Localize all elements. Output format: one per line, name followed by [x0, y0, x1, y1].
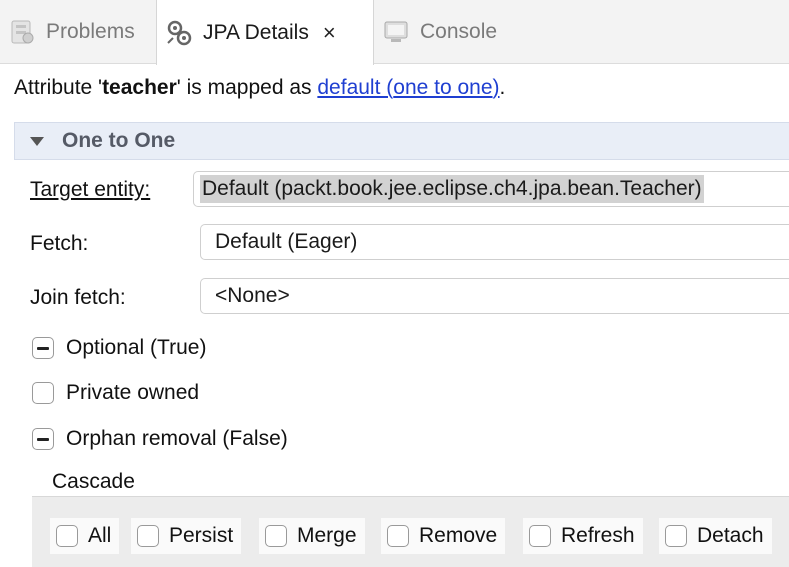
attribute-prefix: Attribute '	[14, 76, 103, 99]
join-fetch-label: Join fetch:	[30, 286, 126, 309]
cascade-option-label: Merge	[297, 524, 357, 547]
one-to-one-section-header[interactable]: One to One	[14, 122, 789, 160]
fetch-combo[interactable]: Default (Eager)	[200, 224, 789, 260]
private-owned-checkbox[interactable]	[32, 382, 54, 404]
section-title: One to One	[62, 129, 176, 152]
optional-checkbox[interactable]	[32, 337, 54, 359]
cascade-option-label: Refresh	[561, 524, 635, 547]
problems-icon	[8, 18, 36, 46]
cascade-detach-checkbox[interactable]	[665, 525, 687, 547]
attribute-mapping-description: Attribute 'teacher' is mapped as default…	[14, 76, 505, 100]
private-owned-label: Private owned	[66, 381, 200, 404]
cascade-option-label: Detach	[697, 524, 764, 547]
tab-label: Console	[420, 20, 498, 43]
cascade-refresh-option[interactable]: Refresh	[523, 518, 643, 554]
cascade-all-option[interactable]: All	[50, 518, 120, 554]
tab-jpa-details[interactable]: JPA Details ×	[156, 0, 374, 65]
cascade-remove-checkbox[interactable]	[387, 525, 409, 547]
cascade-option-label: Persist	[169, 524, 234, 547]
target-entity-value: Default (packt.book.jee.eclipse.ch4.jpa.…	[200, 175, 704, 203]
cascade-remove-option[interactable]: Remove	[381, 518, 506, 554]
optional-label: Optional (True)	[66, 336, 207, 359]
cascade-detach-option[interactable]: Detach	[659, 518, 772, 554]
tab-problems[interactable]: Problems	[8, 0, 135, 64]
orphan-removal-checkbox[interactable]	[32, 428, 54, 450]
orphan-removal-label: Orphan removal (False)	[66, 427, 288, 450]
cascade-option-label: All	[88, 524, 112, 547]
collapse-triangle-icon[interactable]	[30, 136, 44, 146]
cascade-option-label: Remove	[419, 524, 498, 547]
fetch-label: Fetch:	[30, 232, 89, 255]
console-icon	[382, 18, 410, 46]
cascade-persist-option[interactable]: Persist	[131, 518, 242, 554]
optional-checkbox-row[interactable]: Optional (True)	[32, 336, 206, 360]
attribute-middle: ' is mapped as	[176, 76, 318, 99]
jpa-details-icon	[165, 19, 193, 47]
cascade-group-label: Cascade	[52, 470, 135, 493]
fetch-value: Default (Eager)	[215, 230, 358, 253]
mapping-type-link[interactable]: default (one to one)	[317, 76, 499, 99]
attribute-name: teacher	[102, 76, 177, 99]
join-fetch-value: <None>	[215, 284, 290, 307]
tab-label: Problems	[46, 20, 135, 43]
cascade-merge-checkbox[interactable]	[265, 525, 287, 547]
target-entity-link[interactable]: Target entity:	[30, 178, 150, 202]
private-owned-checkbox-row[interactable]: Private owned	[32, 381, 199, 405]
cascade-persist-checkbox[interactable]	[137, 525, 159, 547]
orphan-removal-checkbox-row[interactable]: Orphan removal (False)	[32, 427, 288, 451]
attribute-suffix: .	[499, 76, 506, 99]
tab-console[interactable]: Console	[382, 0, 497, 64]
join-fetch-combo[interactable]: <None>	[200, 278, 789, 314]
close-icon[interactable]: ×	[323, 20, 336, 46]
view-tab-bar: Problems JPA Details × Console	[0, 0, 789, 65]
tab-label: JPA Details	[203, 20, 309, 44]
target-entity-combo[interactable]: Default (packt.book.jee.eclipse.ch4.jpa.…	[193, 171, 789, 207]
cascade-refresh-checkbox[interactable]	[529, 525, 551, 547]
cascade-all-checkbox[interactable]	[56, 525, 78, 547]
cascade-merge-option[interactable]: Merge	[259, 518, 365, 554]
